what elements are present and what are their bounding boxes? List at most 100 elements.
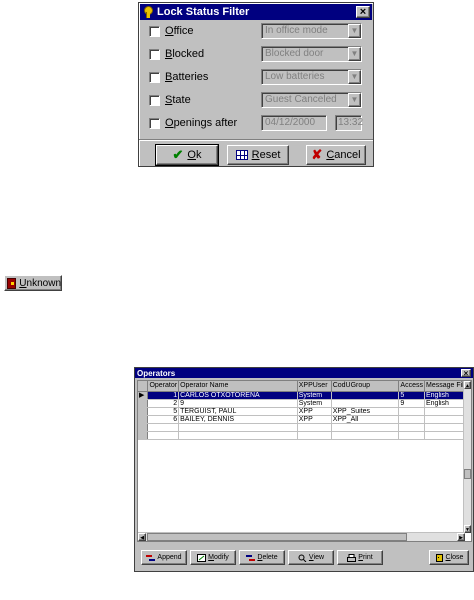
reset-button[interactable]: Reset xyxy=(227,145,289,165)
table-row[interactable]: 6 BAILEY, DENNIS XPP XPP_All xyxy=(138,415,471,424)
cancel-button[interactable]: ✘ Cancel xyxy=(306,145,366,165)
table-cell-access[interactable] xyxy=(398,407,425,416)
modify-button[interactable]: Modify xyxy=(190,550,236,565)
delete-button[interactable]: Delete xyxy=(239,550,285,565)
row-indicator[interactable] xyxy=(138,399,149,408)
table-cell-user[interactable]: System xyxy=(297,391,332,400)
table-cell-id[interactable]: 6 xyxy=(147,415,180,424)
scroll-up-icon[interactable]: ▲ xyxy=(464,381,471,389)
empty-cell xyxy=(138,431,149,440)
checkmark-icon: ✔ xyxy=(172,147,184,162)
table-cell-name[interactable]: CARLOS OTXOTORENA xyxy=(178,391,298,400)
operators-grid: Operator Operator Name XPPUser CodUGroup… xyxy=(137,380,472,542)
batteries-checkbox[interactable] xyxy=(149,71,160,83)
empty-row xyxy=(138,423,471,432)
empty-cell xyxy=(178,423,298,432)
openings-checkbox[interactable] xyxy=(149,117,160,129)
chevron-down-icon[interactable]: ▼ xyxy=(348,70,361,84)
table-cell-access[interactable] xyxy=(398,415,425,424)
column-header[interactable]: Operator xyxy=(147,381,180,392)
table-cell-access[interactable]: 9 xyxy=(398,399,425,408)
view-button[interactable]: View xyxy=(288,550,334,565)
state-select-value: Guest Canceled xyxy=(265,94,337,105)
row-indicator[interactable] xyxy=(138,415,149,424)
scroll-right-icon[interactable]: ▶ xyxy=(457,533,465,541)
scroll-down-icon[interactable]: ▼ xyxy=(464,525,471,533)
table-cell-group[interactable] xyxy=(331,399,400,408)
column-header[interactable]: Operator Name xyxy=(178,381,298,392)
append-button[interactable]: Append xyxy=(141,550,187,565)
empty-row xyxy=(138,431,471,440)
empty-cell xyxy=(331,423,400,432)
table-cell-name[interactable]: BAILEY, DENNIS xyxy=(178,415,298,424)
state-checkbox[interactable] xyxy=(149,94,160,106)
openings-time-field[interactable]: 13:32 xyxy=(335,115,363,131)
unknown-status-button[interactable]: Unknown xyxy=(4,275,62,291)
empty-cell xyxy=(178,431,298,440)
openings-label[interactable]: Openings after xyxy=(165,117,265,129)
table-row[interactable]: ▶ 1 CARLOS OTXOTORENA System 5 English xyxy=(138,391,471,400)
row-indicator[interactable]: ▶ xyxy=(138,391,149,400)
office-select[interactable]: In office mode ▼ xyxy=(261,23,362,39)
batteries-row: Batteries Low batteries ▼ xyxy=(149,69,367,85)
operators-button-bar: Append Modify Delete View Print Close xyxy=(137,546,472,570)
table-cell-id[interactable]: 5 xyxy=(147,407,180,416)
scroll-left-icon[interactable]: ◀ xyxy=(138,533,146,541)
table-cell-user[interactable]: XPP xyxy=(297,407,332,416)
operators-titlebar[interactable]: Operators × xyxy=(135,368,473,378)
table-cell-id[interactable]: 2 xyxy=(147,399,180,408)
empty-cell xyxy=(297,423,332,432)
table-row[interactable]: 5 TERGUIST, PAUL XPP XPP_Suites xyxy=(138,407,471,416)
dialog-titlebar[interactable]: Lock Status Filter × xyxy=(140,4,372,20)
blocked-select[interactable]: Blocked door ▼ xyxy=(261,46,362,62)
scroll-thumb[interactable] xyxy=(147,533,407,541)
openings-row: Openings after 04/12/2000 13:32 xyxy=(149,115,367,131)
table-cell-access[interactable]: 5 xyxy=(398,391,425,400)
state-select[interactable]: Guest Canceled ▼ xyxy=(261,92,362,108)
lock-status-filter-dialog: Lock Status Filter × Office In office mo… xyxy=(138,2,374,167)
grid-icon xyxy=(235,150,248,160)
lock-icon xyxy=(7,277,17,289)
close-button[interactable]: Close xyxy=(429,550,469,565)
batteries-label[interactable]: Batteries xyxy=(165,71,265,83)
table-cell-group[interactable]: XPP_All xyxy=(331,415,400,424)
append-icon xyxy=(146,554,156,561)
chevron-down-icon[interactable]: ▼ xyxy=(348,47,361,61)
print-button[interactable]: Print xyxy=(337,550,383,565)
column-header[interactable]: XPPUser xyxy=(297,381,332,392)
table-cell-id[interactable]: 1 xyxy=(147,391,180,400)
column-header[interactable]: CodUGroup xyxy=(331,381,400,392)
scroll-thumb[interactable] xyxy=(464,469,471,479)
table-cell-user[interactable]: System xyxy=(297,399,332,408)
table-cell-group[interactable] xyxy=(331,391,400,400)
blocked-row: Blocked Blocked door ▼ xyxy=(149,46,367,62)
ok-button[interactable]: ✔ Ok xyxy=(155,144,219,166)
column-header[interactable]: Access xyxy=(398,381,425,392)
blocked-select-value: Blocked door xyxy=(265,48,324,59)
blocked-label[interactable]: Blocked xyxy=(165,48,265,60)
table-header-row: Operator Operator Name XPPUser CodUGroup… xyxy=(138,381,471,392)
x-icon: ✘ xyxy=(311,147,323,162)
state-label[interactable]: State xyxy=(165,94,265,106)
table-row[interactable]: 2 9 System 9 English xyxy=(138,399,471,408)
horizontal-scrollbar[interactable]: ◀ ▶ xyxy=(138,532,465,541)
empty-cell xyxy=(398,423,425,432)
empty-cell xyxy=(297,431,332,440)
close-icon[interactable]: × xyxy=(461,369,471,378)
close-icon[interactable]: × xyxy=(356,6,370,18)
batteries-select[interactable]: Low batteries ▼ xyxy=(261,69,362,85)
vertical-scrollbar[interactable]: ▲ ▼ xyxy=(463,381,471,533)
openings-date-field[interactable]: 04/12/2000 xyxy=(261,115,327,131)
chevron-down-icon[interactable]: ▼ xyxy=(348,24,361,38)
row-indicator[interactable] xyxy=(138,407,149,416)
table-cell-name[interactable]: TERGUIST, PAUL xyxy=(178,407,298,416)
table-cell-user[interactable]: XPP xyxy=(297,415,332,424)
office-label[interactable]: Office xyxy=(165,25,265,37)
table-cell-group[interactable]: XPP_Suites xyxy=(331,407,400,416)
blocked-checkbox[interactable] xyxy=(149,48,160,60)
table-cell-name[interactable]: 9 xyxy=(178,399,298,408)
printer-icon xyxy=(347,553,357,562)
office-checkbox[interactable] xyxy=(149,25,160,37)
chevron-down-icon[interactable]: ▼ xyxy=(348,93,361,107)
delete-icon xyxy=(246,554,256,561)
